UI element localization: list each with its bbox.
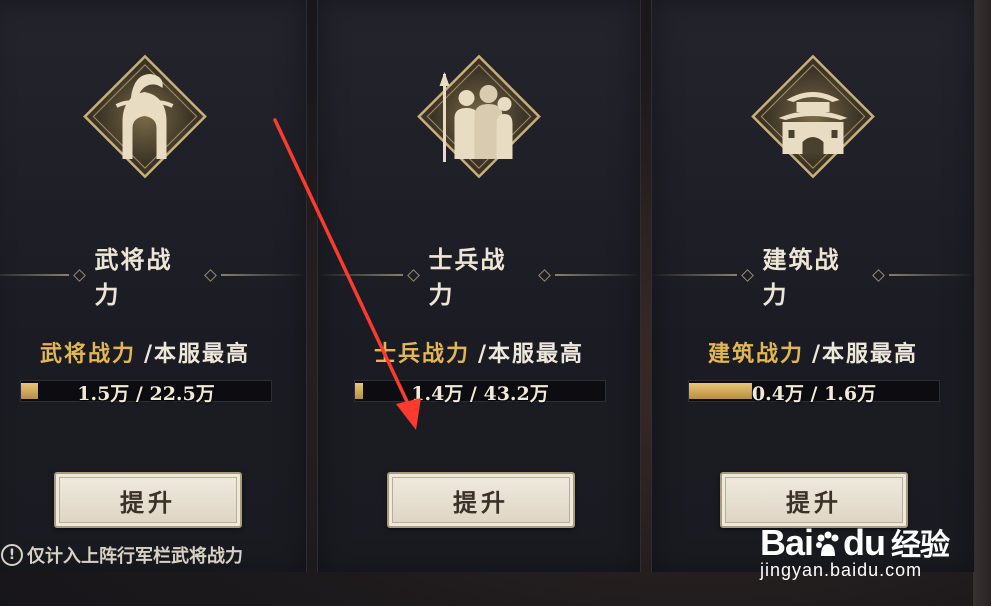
- stat-suffix: /本服最高: [143, 341, 251, 367]
- stat-label: 士兵战力/本服最高: [318, 336, 640, 368]
- power-progress-bar: 1.4万 / 43.2万: [354, 380, 606, 405]
- building-power-panel: 建筑战力 建筑战力/本服最高 0.4万 / 1.6万 提升: [651, 0, 975, 572]
- watermark-brand-cn: 经验: [891, 529, 950, 562]
- baidu-paw-icon: [816, 531, 839, 557]
- footnote: ! 仅计入上阵行军栏武将战力: [1, 542, 243, 568]
- soldier-power-panel: 士兵战力 士兵战力/本服最高 1.4万 / 43.2万 提升: [317, 0, 641, 572]
- diamond-ornament-icon: [73, 268, 87, 282]
- divider: [554, 274, 640, 276]
- progress-text: 1.5万 / 22.5万: [77, 383, 215, 405]
- server-max-power: 1.6万: [824, 383, 877, 405]
- background-strip: [973, 0, 991, 606]
- current-power: 0.4万: [751, 383, 804, 405]
- progress-text: 0.4万 / 1.6万: [751, 383, 877, 405]
- divider: [888, 274, 974, 276]
- watermark-brand-left: Bai: [760, 522, 814, 563]
- divider: [318, 274, 404, 276]
- watermark-logo: Bai du 经验: [760, 520, 975, 564]
- panel-title-row: 士兵战力: [318, 245, 640, 309]
- current-power: 1.5万: [77, 383, 130, 405]
- watermark-brand-right: du: [843, 522, 886, 563]
- stat-label: 建筑战力/本服最高: [652, 336, 974, 368]
- panel-title-row: 武将战力: [0, 245, 306, 309]
- diamond-ornament-icon: [741, 268, 755, 282]
- divider: [652, 274, 738, 276]
- panel-title: 武将战力: [94, 245, 173, 309]
- stat-name: 建筑战力: [707, 341, 804, 367]
- divider: [220, 274, 306, 276]
- server-max-power: 43.2万: [483, 383, 549, 405]
- diamond-ornament-icon: [871, 268, 885, 282]
- info-icon: !: [1, 544, 23, 566]
- power-progress-bar: 1.5万 / 22.5万: [20, 380, 272, 405]
- upgrade-button[interactable]: 提升: [387, 472, 575, 528]
- diamond-ornament-icon: [203, 268, 217, 282]
- general-power-panel: 武将战力 武将战力/本服最高 1.5万 / 22.5万 提升 ! 仅计入上阵行军…: [0, 0, 307, 572]
- diamond-ornament-icon: [537, 268, 551, 282]
- panel-title-row: 建筑战力: [652, 245, 974, 309]
- city-gate-icon: [751, 54, 875, 179]
- general-helmet-icon: [83, 54, 207, 179]
- upgrade-button[interactable]: 提升: [54, 472, 242, 528]
- panel-title: 建筑战力: [762, 245, 841, 309]
- footnote-text: 仅计入上阵行军栏武将战力: [27, 546, 243, 567]
- stat-suffix: /本服最高: [811, 341, 919, 367]
- baidu-jingyan-watermark: Bai du 经验 jingyan.baidu.com: [760, 520, 975, 590]
- soldiers-icon: [417, 54, 541, 179]
- server-max-power: 22.5万: [149, 383, 215, 405]
- panel-title: 士兵战力: [428, 245, 507, 309]
- progress-text: 1.4万 / 43.2万: [411, 383, 549, 405]
- power-progress-bar: 0.4万 / 1.6万: [688, 380, 940, 405]
- stat-suffix: /本服最高: [477, 341, 585, 367]
- divider: [0, 274, 70, 276]
- stat-label: 武将战力/本服最高: [0, 336, 306, 368]
- stat-name: 武将战力: [39, 341, 136, 367]
- current-power: 1.4万: [411, 383, 464, 405]
- diamond-ornament-icon: [407, 268, 421, 282]
- stat-name: 士兵战力: [373, 341, 470, 367]
